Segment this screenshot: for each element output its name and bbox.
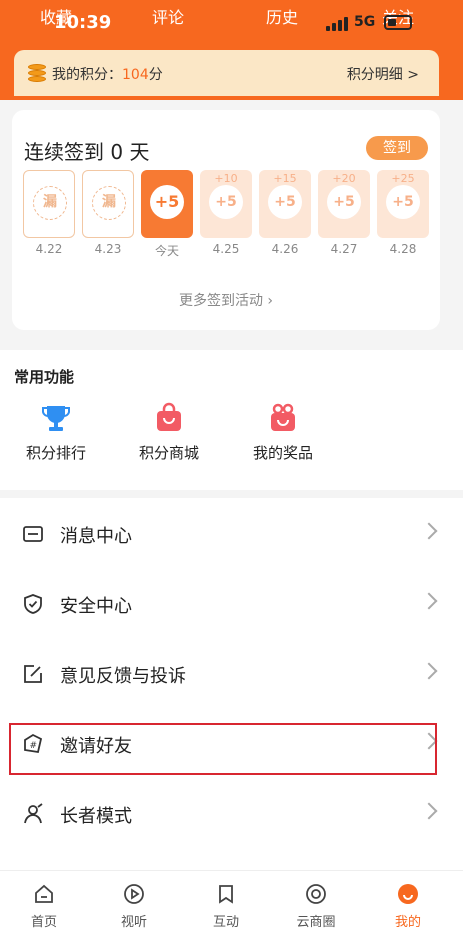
points-mark: +5 <box>150 185 184 219</box>
bookmark-icon <box>215 883 237 905</box>
circle-icon <box>305 883 327 905</box>
menu-message-center[interactable]: 消息中心 <box>0 498 463 568</box>
checkin-day: 漏 <box>23 170 75 238</box>
home-icon <box>33 883 55 905</box>
menu-label: 安全中心 <box>60 596 132 617</box>
points-mark: +5 <box>209 185 243 219</box>
checkin-day: +25 +5 <box>377 170 429 238</box>
checkin-title: 连续签到 0 天 <box>24 140 150 164</box>
battery-icon <box>384 15 412 30</box>
status-bar: 10:39 5G <box>0 12 463 38</box>
function-label: 积分排行 <box>25 444 86 462</box>
checkin-card: 连续签到 0 天 签到 漏 漏 +5 +10 +5 +15 +5 +20 +5 … <box>12 110 440 330</box>
checkin-day: +10 +5 <box>200 170 252 238</box>
nav-cloud-circle[interactable]: 云商圈 <box>286 883 346 930</box>
bonus-label: +20 <box>332 172 356 185</box>
chevron-right-icon <box>420 592 438 610</box>
points-mark: +5 <box>327 185 361 219</box>
menu-label: 消息中心 <box>60 526 132 547</box>
common-functions: 常用功能 积分排行 积分商城 我的奖品 <box>0 350 463 490</box>
bonus-label: +10 <box>214 172 238 185</box>
bottom-nav: 首页 视听 互动 云商圈 我的 <box>0 870 463 940</box>
header: 收藏 评论 历史 关注 10:39 5G 我的积分：104分 积分明细 > <box>0 0 463 100</box>
shopping-bag-icon <box>153 402 185 434</box>
missed-mark: 漏 <box>33 186 67 220</box>
day-date: 今天 <box>154 244 179 258</box>
function-points-mall[interactable]: 积分商城 <box>129 402 209 463</box>
shield-icon <box>22 593 44 615</box>
nav-label: 视听 <box>120 915 147 930</box>
day-date: 4.25 <box>212 242 240 256</box>
checkin-day: 漏 <box>82 170 134 238</box>
day-date: 4.27 <box>330 242 358 256</box>
chevron-right-icon <box>420 522 438 540</box>
nav-label: 互动 <box>212 915 239 930</box>
network-type: 5G <box>354 14 376 30</box>
message-icon <box>22 523 44 545</box>
points-mark: +5 <box>268 185 302 219</box>
settings-menu: 消息中心 安全中心 意见反馈与投诉 # 邀请好友 长者模式 <box>0 498 463 870</box>
nav-label: 我的 <box>394 915 421 930</box>
gift-icon <box>267 402 299 434</box>
day-date: 4.23 <box>94 242 122 256</box>
nav-video[interactable]: 视听 <box>104 883 164 930</box>
signal-icon <box>326 15 348 31</box>
elder-icon <box>22 803 44 825</box>
points-mark: +5 <box>386 185 420 219</box>
missed-mark: 漏 <box>92 186 126 220</box>
chevron-right-icon <box>420 662 438 680</box>
edit-icon <box>22 663 44 685</box>
status-time: 10:39 <box>54 12 112 33</box>
function-ranking[interactable]: 积分排行 <box>16 402 96 463</box>
bonus-label: +25 <box>391 172 415 185</box>
points-label: 我的积分：104分 <box>52 67 163 83</box>
checkin-button[interactable]: 签到 <box>366 136 428 160</box>
function-label: 积分商城 <box>138 444 199 462</box>
function-label: 我的奖品 <box>252 444 313 462</box>
profile-icon <box>397 883 419 905</box>
day-date: 4.26 <box>271 242 299 256</box>
checkin-day-today[interactable]: +5 <box>141 170 193 238</box>
more-checkin-link[interactable]: 更多签到活动 › <box>12 290 440 310</box>
nav-label: 首页 <box>30 915 57 930</box>
nav-profile[interactable]: 我的 <box>378 883 438 930</box>
nav-home[interactable]: 首页 <box>14 883 74 930</box>
checkin-day: +15 +5 <box>259 170 311 238</box>
functions-title: 常用功能 <box>14 368 75 386</box>
highlight-box <box>9 723 437 775</box>
menu-feedback[interactable]: 意见反馈与投诉 <box>0 638 463 708</box>
day-date: 4.28 <box>389 242 417 256</box>
nav-interact[interactable]: 互动 <box>196 883 256 930</box>
play-icon <box>123 883 145 905</box>
points-bar[interactable]: 我的积分：104分 积分明细 > <box>14 50 439 96</box>
menu-label: 意见反馈与投诉 <box>60 666 186 687</box>
chevron-right-icon <box>420 802 438 820</box>
trophy-icon <box>40 402 72 434</box>
points-value: 104 <box>122 67 149 83</box>
menu-security-center[interactable]: 安全中心 <box>0 568 463 638</box>
points-detail-link[interactable]: 积分明细 > <box>347 64 419 84</box>
bonus-label: +15 <box>273 172 297 185</box>
day-date: 4.22 <box>35 242 63 256</box>
nav-label: 云商圈 <box>296 915 336 930</box>
checkin-day: +20 +5 <box>318 170 370 238</box>
menu-label: 长者模式 <box>60 806 132 827</box>
coin-icon <box>28 64 46 82</box>
menu-elder-mode[interactable]: 长者模式 <box>0 778 463 848</box>
function-my-prizes[interactable]: 我的奖品 <box>243 402 323 463</box>
